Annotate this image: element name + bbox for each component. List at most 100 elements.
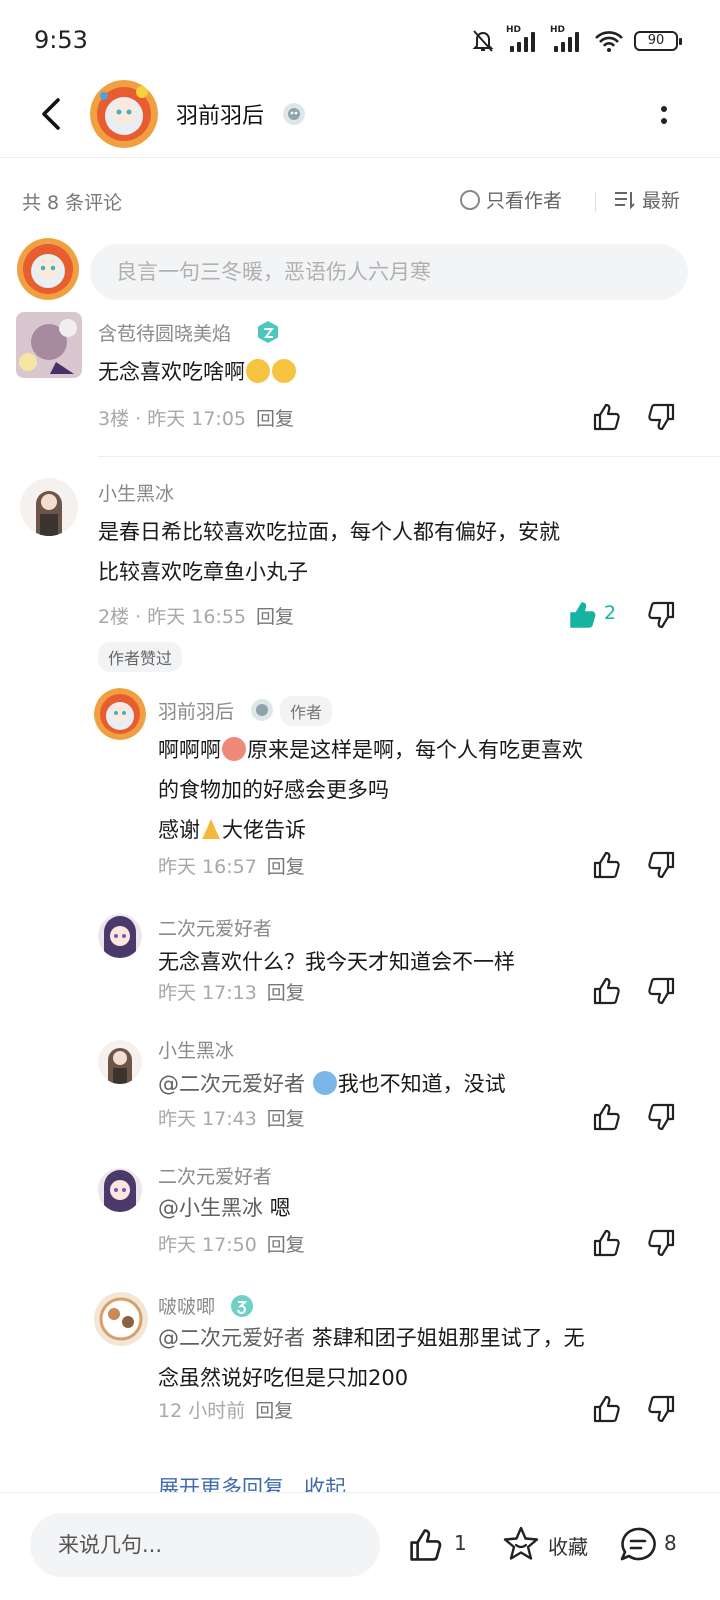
comment-username[interactable]: 含苞待圆晓美焰 bbox=[98, 319, 231, 346]
top-nav: 羽前羽后 bbox=[0, 80, 720, 158]
like-icon[interactable] bbox=[592, 402, 622, 432]
reply-button[interactable]: 回复 bbox=[267, 1234, 305, 1256]
radio-icon bbox=[460, 189, 480, 210]
mention-link[interactable]: @二次元爱好者 bbox=[158, 1326, 305, 1350]
favorite-label[interactable]: 收藏 bbox=[548, 1531, 588, 1560]
user-avatar[interactable] bbox=[94, 1292, 148, 1346]
reply-text: @二次元爱好者 茶肆和团子姐姐那里试了，无 念虽然说好吃但是只加200 bbox=[158, 1326, 585, 1390]
reply-username[interactable]: 二次元爱好者 bbox=[158, 914, 272, 941]
back-icon[interactable] bbox=[32, 94, 72, 134]
user-avatar[interactable] bbox=[20, 478, 78, 536]
emoji-icon bbox=[222, 737, 246, 761]
status-bar: 9:53 HD HD 90 bbox=[0, 0, 720, 80]
comment-item: 含苞待圆晓美焰 无念喜欢吃啥啊 3楼 · 昨天 17:05 回复 bbox=[0, 310, 720, 450]
reply-button[interactable]: 回复 bbox=[267, 982, 305, 1004]
reply-button[interactable]: 回复 bbox=[256, 606, 294, 628]
more-options-icon[interactable] bbox=[654, 100, 674, 130]
reply-username[interactable]: 啵啵唧 bbox=[158, 1292, 215, 1319]
like-icon[interactable] bbox=[592, 850, 622, 880]
dislike-icon[interactable] bbox=[646, 850, 676, 880]
user-badge-icon bbox=[283, 103, 305, 125]
author-liked-tag: 作者赞过 bbox=[98, 642, 183, 672]
like-icon[interactable] bbox=[592, 1394, 622, 1424]
reply-item: 啵啵唧 @二次元爱好者 茶肆和团子姐姐那里试了，无 念虽然说好吃但是只加200 … bbox=[0, 1292, 720, 1446]
reply-text: @二次元爱好者 我也不知道，没试 bbox=[158, 1071, 506, 1096]
sort-toggle[interactable]: 最新 bbox=[614, 186, 680, 213]
reply-text: @小生黑冰 嗯 bbox=[158, 1196, 291, 1220]
crying-emoji-icon bbox=[312, 1071, 337, 1095]
reply-button[interactable]: 回复 bbox=[256, 408, 294, 430]
divider bbox=[98, 456, 720, 457]
comment-count: 共 8 条评论 bbox=[22, 192, 123, 214]
reply-meta: 昨天 17:13 回复 bbox=[158, 982, 305, 1004]
reply-item: 小生黑冰 @二次元爱好者 我也不知道，没试 昨天 17:43 回复 bbox=[0, 1040, 720, 1150]
reply-meta: 12 小时前 回复 bbox=[158, 1400, 294, 1422]
mention-link[interactable]: @小生黑冰 bbox=[158, 1196, 263, 1220]
reply-button[interactable]: 回复 bbox=[255, 1400, 293, 1422]
reply-text: 啊啊啊 原来是这样是啊，每个人有吃更喜欢 的食物加的好感会更多吗 感谢 大佬告诉 bbox=[158, 737, 583, 842]
comment-meta: 2楼 · 昨天 16:55 回复 bbox=[98, 606, 295, 628]
user-avatar[interactable] bbox=[98, 1168, 142, 1212]
battery-icon: 90 bbox=[634, 31, 682, 51]
dislike-icon[interactable] bbox=[646, 1102, 676, 1132]
comment-bubble-icon[interactable] bbox=[618, 1525, 658, 1565]
comment-text: 是春日希比较喜欢吃拉面，每个人都有偏好，安就 比较喜欢吃章鱼小丸子 bbox=[98, 520, 560, 584]
user-avatar[interactable] bbox=[16, 312, 82, 378]
level-badge-icon bbox=[258, 321, 278, 343]
level-badge-icon bbox=[231, 1295, 253, 1317]
comment-total-count: 8 bbox=[664, 1531, 677, 1555]
reply-username[interactable]: 小生黑冰 bbox=[158, 1036, 234, 1063]
reply-button[interactable]: 回复 bbox=[267, 1108, 305, 1130]
mute-bell-icon bbox=[472, 30, 494, 52]
comment-meta: 3楼 · 昨天 17:05 回复 bbox=[98, 408, 295, 430]
user-avatar[interactable] bbox=[98, 1040, 142, 1084]
mention-link[interactable]: @二次元爱好者 bbox=[158, 1072, 305, 1096]
reply-item: 二次元爱好者 无念喜欢什么？我今天才知道会不一样 昨天 17:13 回复 bbox=[0, 914, 720, 1024]
emoji-icon bbox=[272, 359, 296, 383]
divider bbox=[595, 192, 596, 212]
reply-username[interactable]: 羽前羽后 bbox=[158, 697, 234, 724]
like-icon[interactable] bbox=[592, 1228, 622, 1258]
my-avatar bbox=[14, 238, 82, 300]
reply-meta: 昨天 17:43 回复 bbox=[158, 1108, 305, 1130]
post-like-count: 1 bbox=[454, 1531, 467, 1555]
reply-username[interactable]: 二次元爱好者 bbox=[158, 1162, 272, 1189]
author-only-label: 只看作者 bbox=[486, 190, 563, 212]
liked-icon[interactable] bbox=[568, 600, 598, 630]
comment-text: 无念喜欢吃啥啊 bbox=[98, 352, 297, 392]
like-icon[interactable] bbox=[592, 976, 622, 1006]
reply-item: 羽前羽后 作者 啊啊啊 原来是这样是啊，每个人有吃更喜欢 的食物加的好感会更多吗 … bbox=[0, 688, 720, 888]
bottom-comment-input[interactable]: 来说几句... bbox=[30, 1513, 380, 1577]
like-icon[interactable] bbox=[408, 1527, 444, 1563]
dislike-icon[interactable] bbox=[646, 976, 676, 1006]
status-time: 9:53 bbox=[34, 26, 88, 54]
sort-icon bbox=[615, 191, 635, 209]
reply-text: 无念喜欢什么？我今天才知道会不一样 bbox=[158, 950, 515, 974]
reply-button[interactable]: 回复 bbox=[267, 856, 305, 878]
star-icon[interactable] bbox=[502, 1525, 540, 1563]
comment-input[interactable]: 良言一句三冬暖，恶语伤人六月寒 bbox=[90, 244, 688, 300]
status-icons: HD HD 90 bbox=[470, 25, 682, 56]
dislike-icon[interactable] bbox=[646, 600, 676, 630]
author-avatar[interactable] bbox=[90, 80, 158, 148]
author-only-toggle[interactable]: 只看作者 bbox=[460, 186, 562, 213]
signal-1-icon: HD bbox=[506, 25, 540, 54]
author-tag: 作者 bbox=[280, 696, 333, 726]
emoji-icon bbox=[246, 359, 270, 383]
bottom-bar: 来说几句... 1 收藏 8 bbox=[0, 1492, 720, 1600]
wifi-icon bbox=[595, 31, 623, 52]
dislike-icon[interactable] bbox=[646, 1394, 676, 1424]
like-icon[interactable] bbox=[592, 1102, 622, 1132]
dislike-icon[interactable] bbox=[646, 402, 676, 432]
reply-item: 二次元爱好者 @小生黑冰 嗯 昨天 17:50 回复 bbox=[0, 1166, 720, 1278]
signal-2-icon: HD bbox=[550, 25, 584, 54]
dislike-icon[interactable] bbox=[646, 1228, 676, 1258]
like-count: 2 bbox=[604, 602, 617, 624]
reply-meta: 昨天 16:57 回复 bbox=[158, 856, 305, 878]
pray-hands-icon bbox=[202, 819, 220, 839]
user-badge-icon bbox=[251, 699, 273, 721]
comment-username[interactable]: 小生黑冰 bbox=[98, 479, 174, 506]
comment-item: 小生黑冰 是春日希比较喜欢吃拉面，每个人都有偏好，安就 比较喜欢吃章鱼小丸子 2… bbox=[0, 470, 720, 680]
user-avatar[interactable] bbox=[98, 914, 142, 958]
user-avatar[interactable] bbox=[94, 688, 146, 740]
